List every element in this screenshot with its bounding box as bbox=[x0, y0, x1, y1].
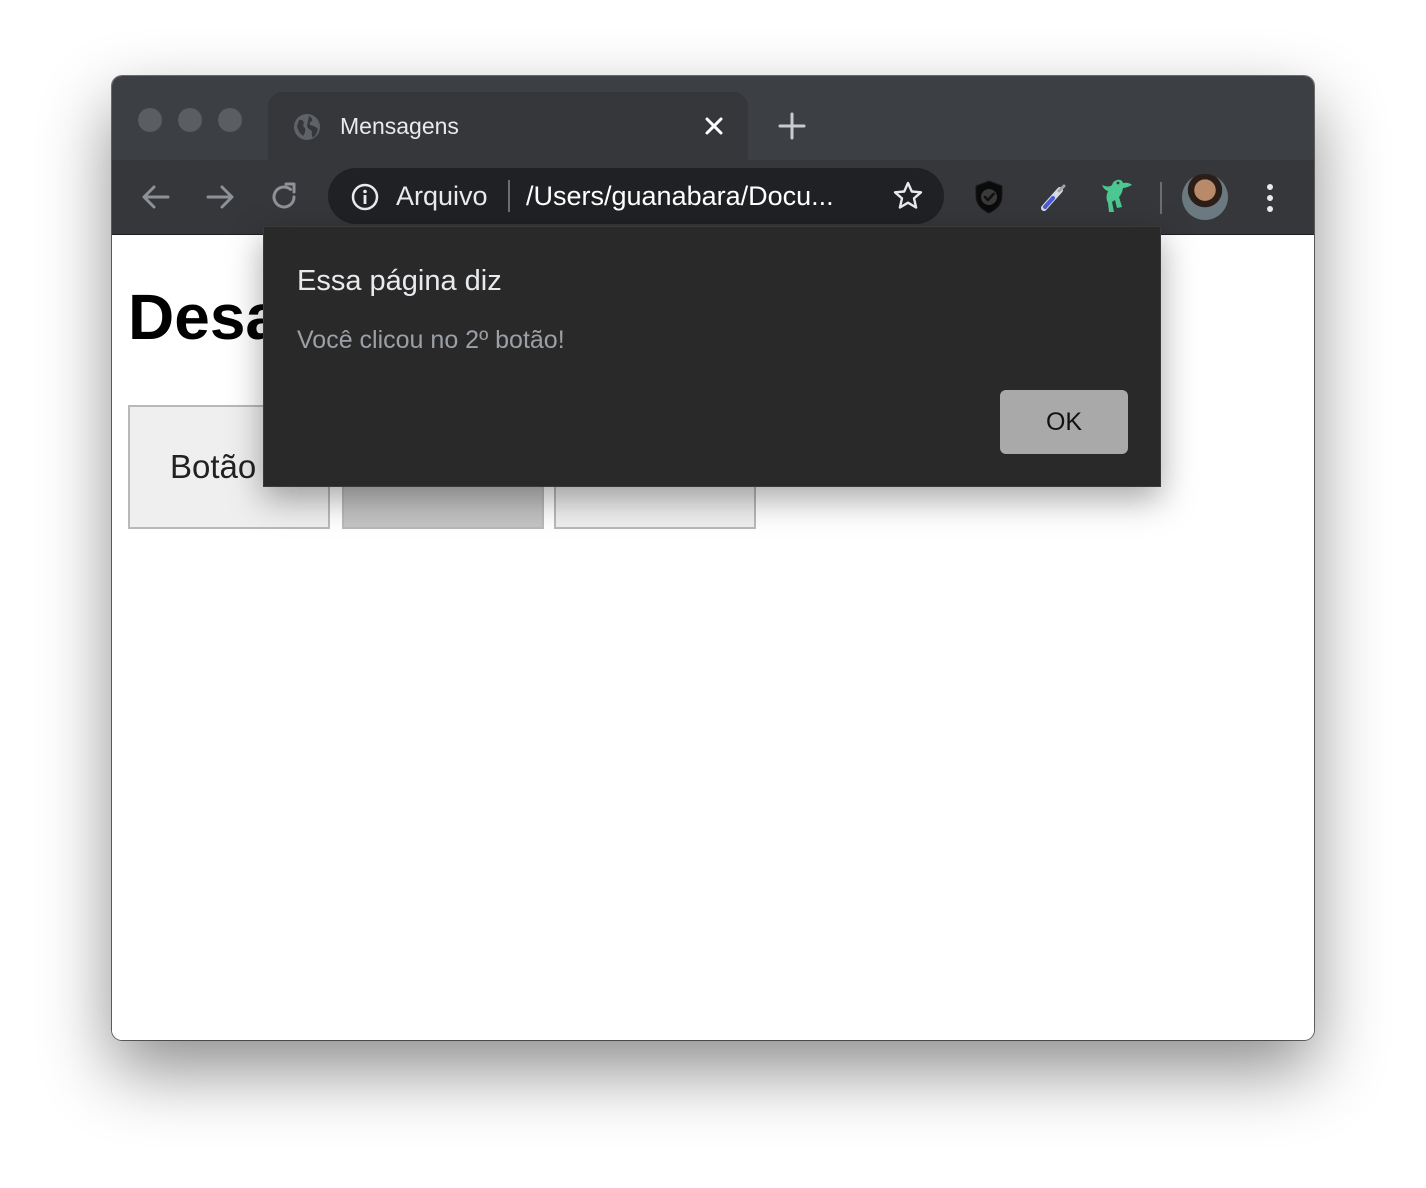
reload-icon[interactable] bbox=[266, 179, 302, 215]
omnibox-divider bbox=[508, 180, 510, 212]
kebab-menu-icon[interactable] bbox=[1256, 178, 1284, 218]
address-bar[interactable]: Arquivo /Users/guanabara/Docu... bbox=[328, 168, 944, 224]
url-text[interactable]: /Users/guanabara/Docu... bbox=[526, 181, 834, 211]
close-icon[interactable] bbox=[700, 112, 728, 140]
globe-icon bbox=[294, 114, 320, 140]
forward-arrow-icon[interactable] bbox=[202, 179, 238, 215]
tab-mensagens[interactable]: Mensagens bbox=[268, 92, 748, 160]
alert-title: Essa página diz bbox=[297, 265, 502, 297]
toolbar-divider bbox=[1160, 182, 1162, 214]
tab-bar: Mensagens bbox=[112, 76, 1314, 160]
ok-button[interactable]: OK bbox=[1000, 390, 1128, 454]
tab-title: Mensagens bbox=[340, 113, 459, 139]
info-icon[interactable] bbox=[350, 182, 380, 212]
alert-message: Você clicou no 2º botão! bbox=[297, 326, 565, 354]
browser-window: Mensagens Arquivo /Users/guanabara/Docu.… bbox=[112, 76, 1314, 1040]
bookmark-star-icon[interactable] bbox=[892, 180, 924, 212]
close-window-button[interactable] bbox=[138, 108, 162, 132]
green-creature-icon[interactable] bbox=[1096, 176, 1136, 216]
back-arrow-icon[interactable] bbox=[138, 179, 174, 215]
zoom-window-button[interactable] bbox=[218, 108, 242, 132]
shield-check-icon[interactable] bbox=[970, 178, 1008, 216]
alert-dialog: Essa página diz Você clicou no 2º botão!… bbox=[263, 226, 1161, 487]
minimize-window-button[interactable] bbox=[178, 108, 202, 132]
new-tab-plus-icon[interactable] bbox=[776, 110, 808, 142]
toolbar: Arquivo /Users/guanabara/Docu... bbox=[112, 160, 1314, 235]
eyedropper-icon[interactable] bbox=[1034, 178, 1072, 216]
site-origin-label: Arquivo bbox=[396, 181, 488, 211]
page-heading: Desa bbox=[128, 281, 281, 353]
profile-avatar[interactable] bbox=[1182, 174, 1228, 220]
